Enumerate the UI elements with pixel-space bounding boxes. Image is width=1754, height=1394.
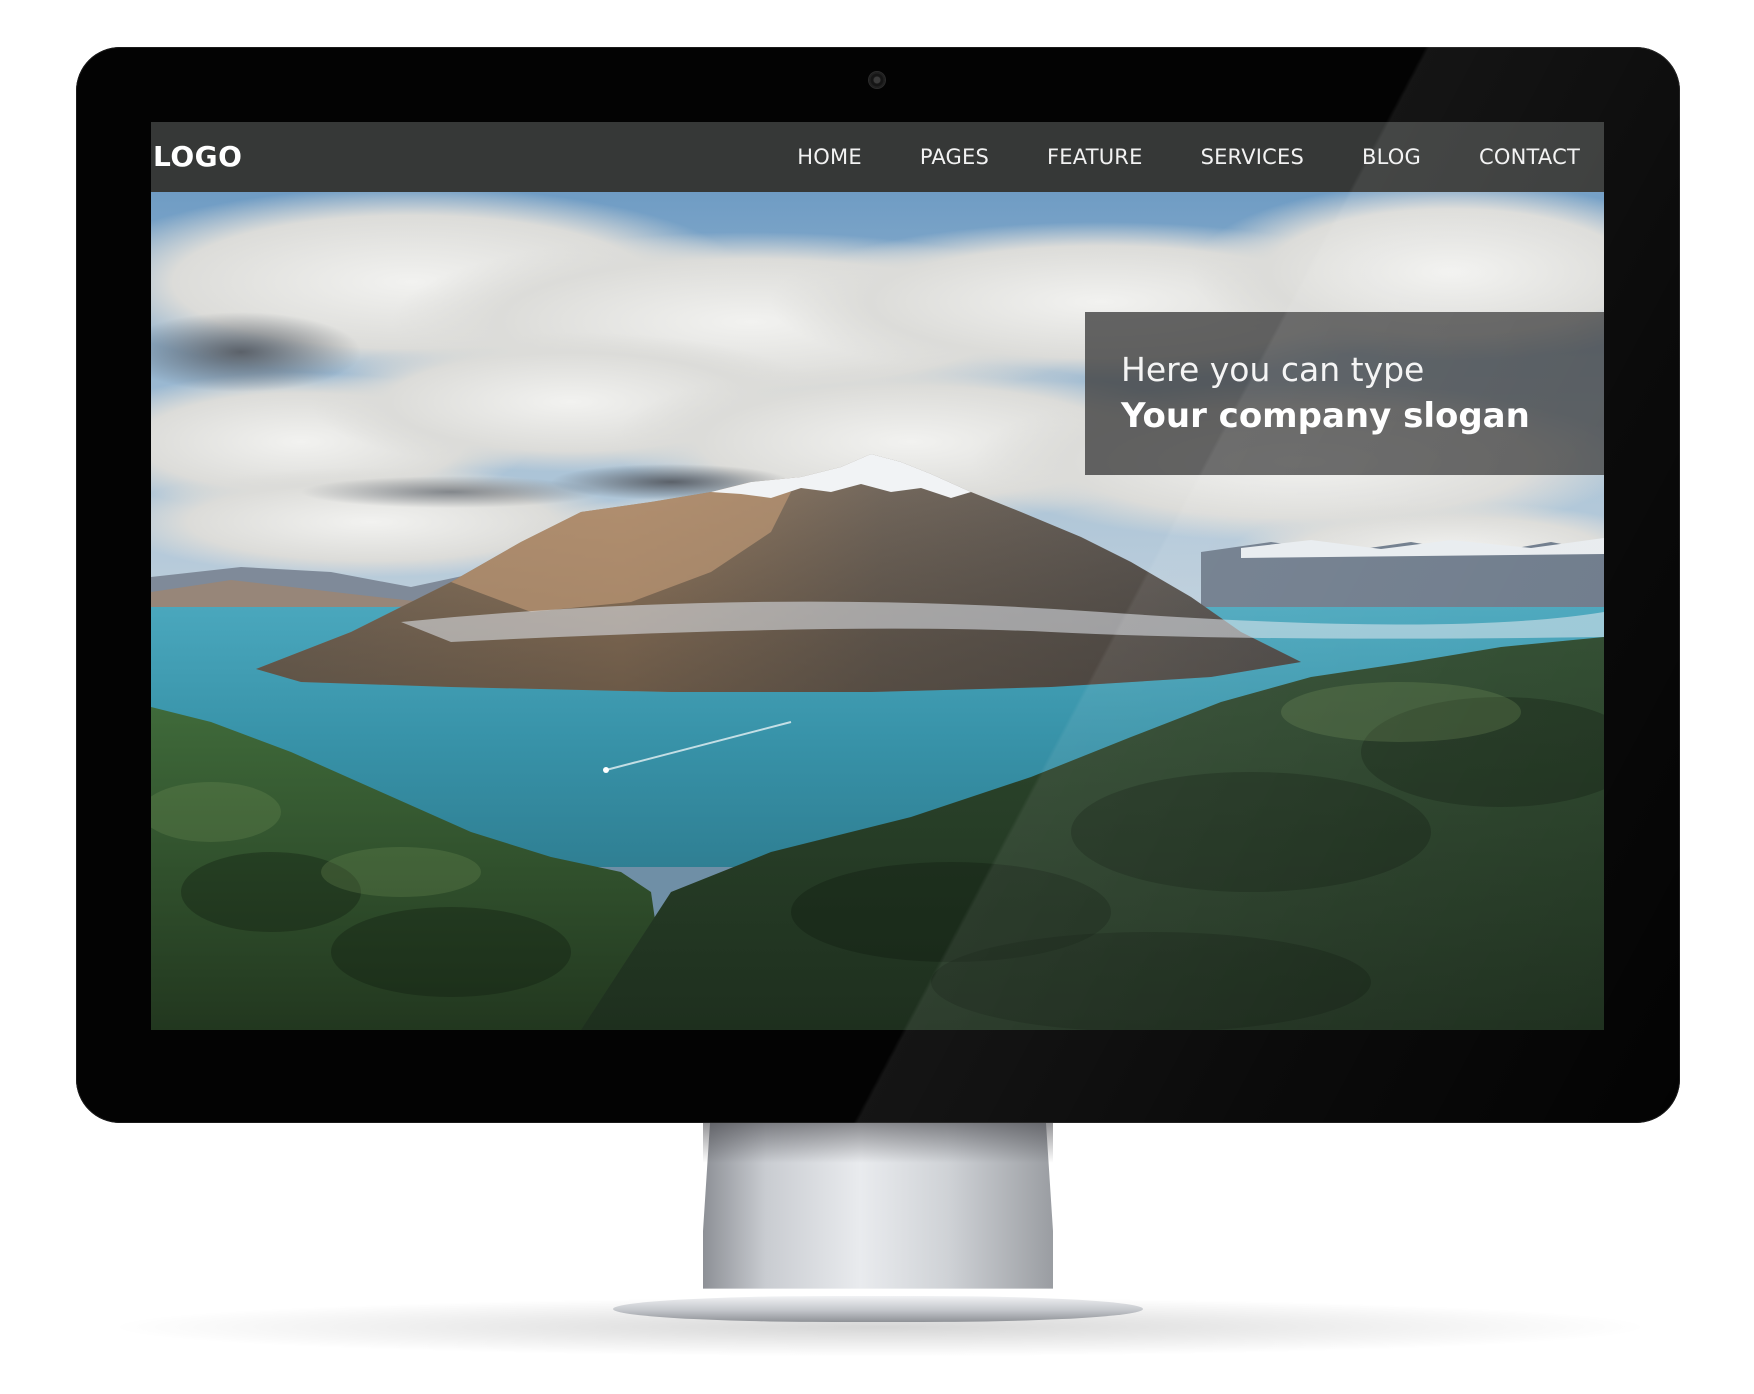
site-logo[interactable]: LOGO [153,140,242,173]
monitor-stand-base [613,1296,1143,1322]
slogan-box: Here you can type Your company slogan [1085,312,1604,475]
nav-item-feature[interactable]: FEATURE [1047,145,1143,169]
nav-item-contact[interactable]: CONTACT [1479,145,1580,169]
camera-icon [869,72,885,88]
monitor-bezel: LOGO HOME PAGES FEATURE SERVICES BLOG CO… [76,47,1680,1123]
monitor-screen: LOGO HOME PAGES FEATURE SERVICES BLOG CO… [151,122,1604,1030]
nav-item-home[interactable]: HOME [797,145,862,169]
slogan-intro: Here you can type [1121,350,1425,389]
slogan-headline: Your company slogan [1121,396,1530,436]
nav-item-services[interactable]: SERVICES [1201,145,1304,169]
nav-item-pages[interactable]: PAGES [920,145,989,169]
device-mockup: LOGO HOME PAGES FEATURE SERVICES BLOG CO… [0,0,1754,1394]
nav-item-blog[interactable]: BLOG [1362,145,1421,169]
monitor-stand-shade [703,1123,1053,1163]
site-navbar: LOGO HOME PAGES FEATURE SERVICES BLOG CO… [151,122,1604,192]
nav-menu: HOME PAGES FEATURE SERVICES BLOG CONTACT [739,122,1604,192]
